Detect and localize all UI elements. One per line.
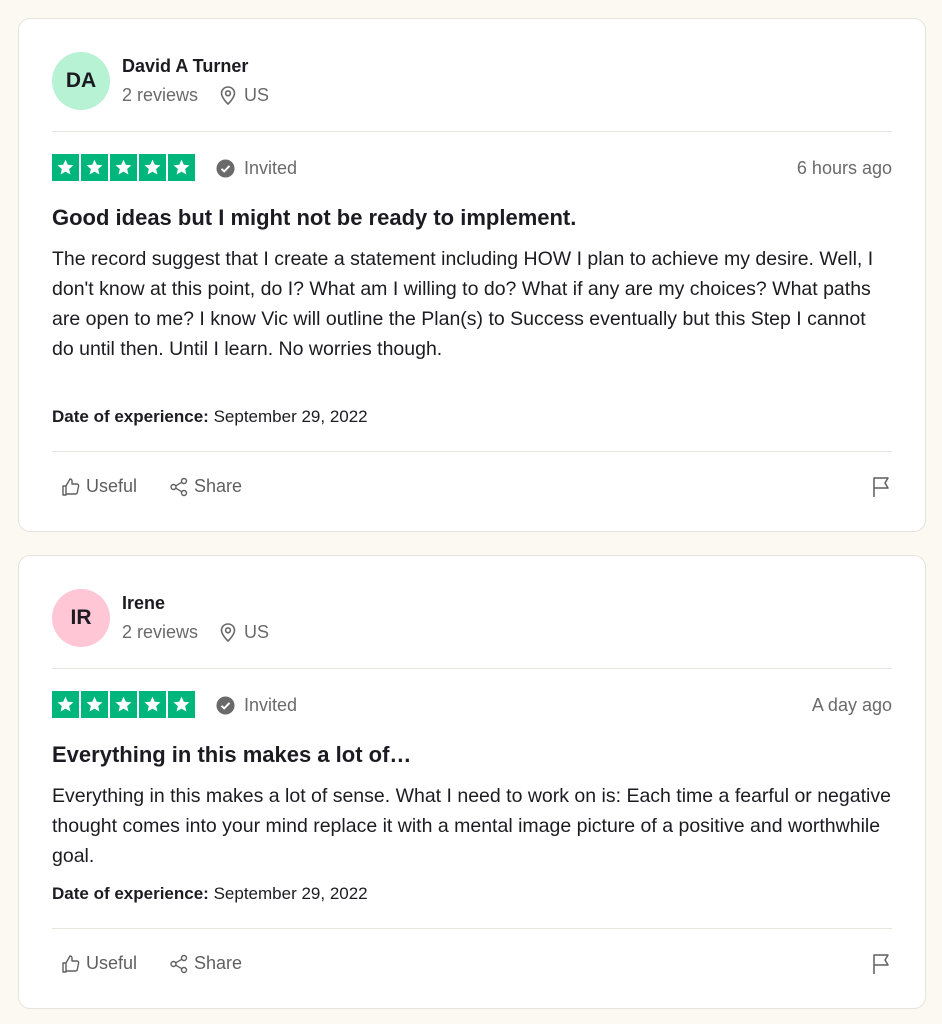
- star-rating: [52, 154, 195, 181]
- review-actions: Useful Share: [61, 476, 242, 497]
- share-button[interactable]: Share: [169, 476, 242, 497]
- report-button[interactable]: [872, 476, 892, 503]
- thumbs-up-icon: [62, 954, 80, 973]
- share-button[interactable]: Share: [169, 953, 242, 974]
- share-label: Share: [194, 476, 243, 496]
- check-circle-icon: [216, 696, 235, 715]
- check-circle-icon: [216, 159, 235, 178]
- divider: [52, 668, 892, 669]
- review-body: The record suggest that I create a state…: [52, 248, 874, 360]
- review-card: DA David A Turner 2 reviews US Invited 6…: [18, 18, 926, 532]
- star-icon: [52, 691, 79, 718]
- date-of-experience: Date of experience: September 29, 2022: [52, 884, 368, 904]
- invited-badge[interactable]: Invited: [216, 695, 297, 716]
- star-rating: [52, 691, 195, 718]
- location-pin-icon: [220, 623, 236, 642]
- review-count: 2 reviews: [122, 85, 199, 105]
- reviewer-location: US: [220, 85, 269, 106]
- star-icon: [168, 691, 195, 718]
- star-icon: [110, 154, 137, 181]
- date-of-experience: Date of experience: September 29, 2022: [52, 407, 368, 427]
- invited-label: Invited: [244, 695, 298, 715]
- star-icon: [139, 154, 166, 181]
- country-label: US: [244, 85, 270, 105]
- date-label: Date of experience:: [52, 407, 209, 426]
- review-count: 2 reviews: [122, 622, 199, 642]
- reviewer-name[interactable]: Irene: [122, 593, 165, 614]
- review-card: IR Irene 2 reviews US Invited A day ago …: [18, 555, 926, 1009]
- star-icon: [139, 691, 166, 718]
- useful-button[interactable]: Useful: [61, 953, 137, 974]
- invited-badge[interactable]: Invited: [216, 158, 297, 179]
- date-label: Date of experience:: [52, 884, 209, 903]
- share-icon: [170, 477, 188, 496]
- thumbs-up-icon: [62, 477, 80, 496]
- reviewer-meta: 2 reviews US: [122, 622, 269, 643]
- review-body: Everything in this makes a lot of sense.…: [52, 785, 891, 867]
- review-time: 6 hours ago: [796, 158, 892, 178]
- date-value: September 29, 2022: [213, 407, 368, 426]
- review-time: A day ago: [811, 695, 892, 715]
- star-icon: [52, 154, 79, 181]
- divider: [52, 131, 892, 132]
- divider: [52, 928, 892, 929]
- divider: [52, 451, 892, 452]
- useful-button[interactable]: Useful: [61, 476, 137, 497]
- useful-label: Useful: [86, 476, 138, 496]
- flag-icon: [873, 477, 889, 497]
- star-icon: [81, 691, 108, 718]
- date-value: September 29, 2022: [213, 884, 368, 903]
- useful-label: Useful: [86, 953, 138, 973]
- review-actions: Useful Share: [61, 953, 242, 974]
- report-button[interactable]: [872, 953, 892, 980]
- invited-label: Invited: [244, 158, 298, 178]
- reviewer-meta: 2 reviews US: [122, 85, 269, 106]
- star-icon: [110, 691, 137, 718]
- country-label: US: [244, 622, 270, 642]
- star-icon: [168, 154, 195, 181]
- share-icon: [170, 954, 188, 973]
- avatar[interactable]: DA: [52, 52, 110, 110]
- flag-icon: [873, 954, 889, 974]
- location-pin-icon: [220, 86, 236, 105]
- reviewer-location: US: [220, 622, 269, 643]
- star-icon: [81, 154, 108, 181]
- review-title[interactable]: Good ideas but I might not be ready to i…: [52, 205, 892, 231]
- review-title[interactable]: Everything in this makes a lot of…: [52, 742, 892, 768]
- avatar[interactable]: IR: [52, 589, 110, 647]
- share-label: Share: [194, 953, 243, 973]
- reviewer-name[interactable]: David A Turner: [122, 56, 248, 77]
